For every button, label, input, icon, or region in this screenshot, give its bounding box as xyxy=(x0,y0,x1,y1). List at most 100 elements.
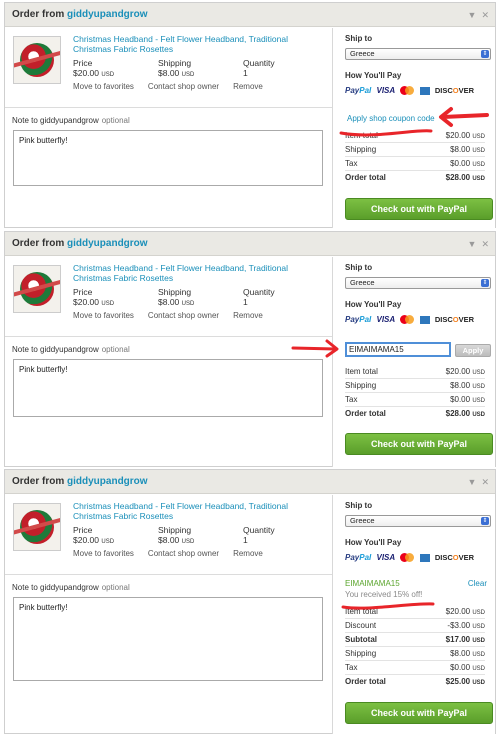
shipping-col: Shipping $8.00 USD xyxy=(158,525,194,547)
currency: USD xyxy=(181,301,195,307)
order-title-prefix: Order from xyxy=(12,238,65,249)
order-panel-1: Order from giddyupandgrow ▼ ✕ Christmas H… xyxy=(4,2,496,228)
cart-item: Christmas Headband - Felt Flower Headban… xyxy=(5,257,332,337)
cart-item-section: Christmas Headband - Felt Flower Headban… xyxy=(5,495,332,734)
cart-item: Christmas Headband - Felt Flower Headban… xyxy=(5,495,332,575)
shipping-label: Shipping xyxy=(158,58,192,68)
cart-item-section: Christmas Headband - Felt Flower Headban… xyxy=(5,257,332,467)
ship-to-select[interactable]: Greece ⇕ xyxy=(345,515,491,527)
chevron-down-icon[interactable]: ▼ xyxy=(468,477,477,487)
chevron-down-icon[interactable]: ▼ xyxy=(468,239,477,249)
remove-link[interactable]: Remove xyxy=(233,82,263,91)
shop-name-link[interactable]: giddyupandgrow xyxy=(67,238,148,249)
visa-icon: VISA xyxy=(376,553,396,563)
item-thumbnail[interactable] xyxy=(13,503,61,551)
mastercard-icon xyxy=(400,553,415,563)
price-value: $20.00 xyxy=(73,297,99,307)
amex-icon xyxy=(419,315,430,324)
note-label: Note to giddyupandgrow optional xyxy=(12,583,130,592)
payment-section: Ship to Greece ⇕ How You'll Pay PayPal VI… xyxy=(332,495,495,734)
quantity-col: Quantity 1 xyxy=(243,58,275,78)
quantity-col: Quantity 1 xyxy=(243,525,275,545)
totals-table: Item total $20.00 USD Discount -$3.00 USD … xyxy=(345,605,485,689)
tax-row: Tax $0.00 USD xyxy=(345,157,485,171)
contact-shop-owner-link[interactable]: Contact shop owner xyxy=(148,82,219,91)
price-value: $20.00 xyxy=(73,535,99,545)
quantity-label: Quantity xyxy=(243,58,275,68)
price-label: Price xyxy=(73,525,93,535)
move-to-favorites-link[interactable]: Move to favorites xyxy=(73,549,134,558)
discover-icon: DISCOVER xyxy=(434,553,475,563)
select-arrows-icon: ⇕ xyxy=(481,279,489,287)
paypal-icon: PayPal xyxy=(345,553,372,563)
apply-coupon-link[interactable]: Apply shop coupon code xyxy=(347,114,435,123)
item-title-link[interactable]: Christmas Headband - Felt Flower Headban… xyxy=(73,34,323,54)
currency: USD xyxy=(101,301,115,307)
ship-to-select[interactable]: Greece ⇕ xyxy=(345,48,491,60)
shipping-row: Shipping $8.00 USD xyxy=(345,647,485,661)
shipping-label: Shipping xyxy=(158,287,192,297)
shipping-col: Shipping $8.00 USD xyxy=(158,287,194,309)
item-actions: Move to favorites Contact shop owner Remov… xyxy=(73,311,277,320)
coupon-code-input[interactable]: EIMAIMAMA15 xyxy=(345,342,451,357)
select-arrows-icon: ⇕ xyxy=(481,517,489,525)
discover-icon: DISCOVER xyxy=(434,86,475,96)
checkout-paypal-button[interactable]: Check out with PayPal xyxy=(345,433,493,455)
note-textarea[interactable]: Pink butterfly! xyxy=(13,359,323,417)
remove-link[interactable]: Remove xyxy=(233,311,263,320)
shipping-row: Shipping $8.00 USD xyxy=(345,379,485,393)
checkout-paypal-button[interactable]: Check out with PayPal xyxy=(345,198,493,220)
ship-to-label: Ship to xyxy=(345,34,373,43)
item-title-link[interactable]: Christmas Headband - Felt Flower Headban… xyxy=(73,263,323,283)
ship-to-label: Ship to xyxy=(345,263,373,272)
order-title-prefix: Order from xyxy=(12,9,65,20)
discover-icon: DISCOVER xyxy=(434,315,475,325)
totals-table: Item total $20.00 USD Shipping $8.00 USD T… xyxy=(345,129,485,185)
note-textarea[interactable]: Pink butterfly! xyxy=(13,130,323,186)
cart-item-section: Christmas Headband - Felt Flower Headban… xyxy=(5,28,332,228)
tax-row: Tax $0.00 USD xyxy=(345,393,485,407)
order-header: Order from giddyupandgrow ▼ ✕ xyxy=(5,3,495,27)
how-you-pay-label: How You'll Pay xyxy=(345,538,402,547)
move-to-favorites-link[interactable]: Move to favorites xyxy=(73,82,134,91)
payment-methods: PayPal VISA DISCOVER xyxy=(345,86,477,98)
amex-icon xyxy=(419,553,430,562)
payment-methods: PayPal VISA DISCOVER xyxy=(345,553,477,565)
tax-row: Tax $0.00 USD xyxy=(345,661,485,675)
visa-icon: VISA xyxy=(376,315,396,325)
cart-item: Christmas Headband - Felt Flower Headban… xyxy=(5,28,332,108)
item-thumbnail[interactable] xyxy=(13,265,61,313)
contact-shop-owner-link[interactable]: Contact shop owner xyxy=(148,549,219,558)
close-icon[interactable]: ✕ xyxy=(481,239,489,249)
shipping-col: Shipping $8.00 USD xyxy=(158,58,194,80)
clear-coupon-link[interactable]: Clear xyxy=(468,579,487,588)
discount-message: You received 15% off! xyxy=(345,590,423,599)
chevron-down-icon[interactable]: ▼ xyxy=(468,10,477,20)
apply-coupon-button[interactable]: Apply xyxy=(455,344,491,357)
shop-name-link[interactable]: giddyupandgrow xyxy=(67,9,148,20)
quantity-label: Quantity xyxy=(243,525,275,535)
note-textarea[interactable]: Pink butterfly! xyxy=(13,597,323,681)
ship-to-select[interactable]: Greece ⇕ xyxy=(345,277,491,289)
shop-name-link[interactable]: giddyupandgrow xyxy=(67,476,148,487)
remove-link[interactable]: Remove xyxy=(233,549,263,558)
quantity-label: Quantity xyxy=(243,287,275,297)
item-title-link[interactable]: Christmas Headband - Felt Flower Headban… xyxy=(73,501,323,521)
applied-coupon-code: EIMAIMAMA15 xyxy=(345,579,400,588)
shipping-value: $8.00 xyxy=(158,535,180,545)
contact-shop-owner-link[interactable]: Contact shop owner xyxy=(148,311,219,320)
quantity-value: 1 xyxy=(243,535,248,545)
how-you-pay-label: How You'll Pay xyxy=(345,71,402,80)
shipping-label: Shipping xyxy=(158,525,192,535)
amex-icon xyxy=(419,86,430,95)
currency: USD xyxy=(181,72,195,78)
item-thumbnail[interactable] xyxy=(13,36,61,84)
price-label: Price xyxy=(73,287,93,297)
price-label: Price xyxy=(73,58,93,68)
checkout-paypal-button[interactable]: Check out with PayPal xyxy=(345,702,493,724)
payment-methods: PayPal VISA DISCOVER xyxy=(345,315,477,327)
close-icon[interactable]: ✕ xyxy=(481,477,489,487)
order-total-row: Order total $25.00 USD xyxy=(345,677,485,686)
close-icon[interactable]: ✕ xyxy=(481,10,489,20)
move-to-favorites-link[interactable]: Move to favorites xyxy=(73,311,134,320)
